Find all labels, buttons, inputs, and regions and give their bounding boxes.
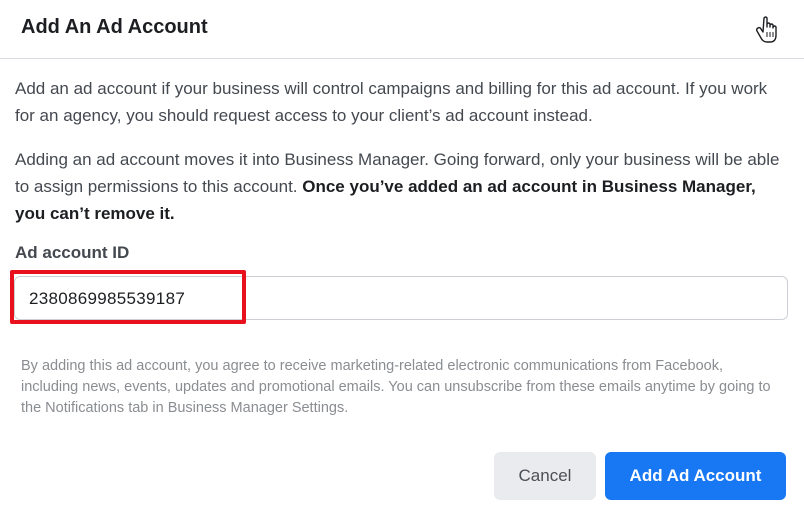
description-paragraph: Add an ad account if your business will … (15, 79, 768, 125)
warning-paragraph: Adding an ad account moves it into Busin… (15, 146, 785, 227)
dialog-header: Add An Ad Account (0, 0, 804, 58)
ad-account-id-input[interactable]: 2380869985539187 (14, 276, 788, 320)
consent-disclaimer: By adding this ad account, you agree to … (21, 358, 771, 416)
hand-cursor-icon (755, 16, 784, 48)
dialog-title: Add An Ad Account (21, 16, 208, 38)
cancel-button[interactable]: Cancel (494, 452, 596, 500)
add-ad-account-button[interactable]: Add Ad Account (605, 452, 786, 500)
ad-account-id-value: 2380869985539187 (29, 289, 186, 308)
header-divider (0, 58, 804, 59)
close-button[interactable] (755, 14, 784, 44)
ad-account-id-label: Ad account ID (15, 243, 130, 262)
add-ad-account-dialog: Add An Ad Account Add an ad account if y… (0, 0, 804, 515)
